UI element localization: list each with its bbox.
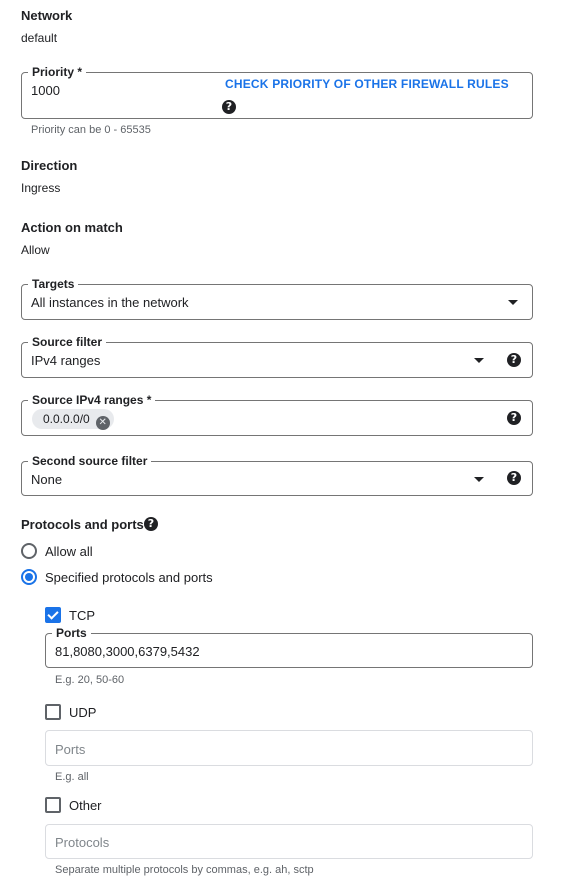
second-source-filter-value: None (31, 472, 63, 487)
network-label: Network (21, 8, 73, 23)
help-icon[interactable]: ? (507, 411, 521, 425)
source-filter-value: IPv4 ranges (31, 353, 101, 368)
tcp-checkbox[interactable] (45, 607, 61, 623)
udp-ports-placeholder: Ports (55, 742, 86, 757)
tcp-ports-input[interactable]: 81,8080,3000,6379,5432 (55, 644, 200, 659)
chevron-down-icon[interactable] (474, 477, 484, 482)
help-icon[interactable]: ? (507, 353, 521, 367)
other-label[interactable]: Other (69, 798, 102, 813)
chevron-down-icon[interactable] (508, 300, 518, 305)
priority-input[interactable]: 1000 (31, 83, 60, 98)
tcp-ports-hint: E.g. 20, 50-60 (55, 674, 125, 686)
action-label: Action on match (21, 220, 123, 235)
direction-value: Ingress (21, 181, 61, 195)
source-filter-label: Source filter (28, 335, 107, 349)
tcp-ports-field[interactable]: Ports 81,8080,3000,6379,5432 (45, 626, 533, 668)
source-filter-select[interactable]: Source filter IPv4 ranges ? (21, 335, 533, 378)
source-ranges-label: Source IPv4 ranges * (28, 393, 156, 407)
ip-range-chip: 0.0.0.0/0 ✕ (32, 409, 114, 430)
help-icon[interactable]: ? (222, 100, 236, 114)
specified-protocols-label[interactable]: Specified protocols and ports (45, 570, 213, 585)
udp-ports-field[interactable]: Ports (45, 730, 533, 766)
priority-hint: Priority can be 0 - 65535 (31, 124, 151, 136)
other-protocols-field[interactable]: Protocols (45, 824, 533, 859)
help-icon[interactable]: ? (144, 517, 158, 531)
tcp-ports-label: Ports (52, 626, 91, 640)
other-protocols-hint: Separate multiple protocols by commas, e… (55, 864, 314, 876)
close-icon[interactable]: ✕ (95, 416, 110, 430)
udp-checkbox[interactable] (45, 704, 61, 720)
targets-label: Targets (28, 277, 79, 291)
check-priority-link[interactable]: CHECK PRIORITY OF OTHER FIREWALL RULES (225, 77, 509, 91)
targets-select[interactable]: Targets All instances in the network (21, 277, 533, 320)
protocols-label: Protocols and ports (21, 517, 144, 532)
direction-label: Direction (21, 158, 78, 173)
second-source-filter-label: Second source filter (28, 454, 152, 468)
chevron-down-icon[interactable] (474, 358, 484, 363)
specified-protocols-radio[interactable] (21, 569, 37, 585)
allow-all-label[interactable]: Allow all (45, 544, 93, 559)
udp-ports-hint: E.g. all (55, 771, 89, 783)
action-value: Allow (21, 243, 50, 257)
ip-range-chip-label: 0.0.0.0/0 (43, 412, 90, 426)
network-value: default (21, 31, 58, 45)
targets-value: All instances in the network (31, 295, 189, 310)
priority-field[interactable]: Priority * 1000 CHECK PRIORITY OF OTHER … (21, 65, 533, 119)
other-protocols-placeholder: Protocols (55, 835, 110, 850)
allow-all-radio[interactable] (21, 543, 37, 559)
second-source-filter-select[interactable]: Second source filter None ? (21, 454, 533, 496)
other-checkbox[interactable] (45, 797, 61, 813)
tcp-label[interactable]: TCP (69, 608, 95, 623)
priority-label: Priority * (28, 65, 87, 79)
udp-label[interactable]: UDP (69, 705, 96, 720)
source-ranges-field[interactable]: Source IPv4 ranges * 0.0.0.0/0 ✕ ? (21, 393, 533, 436)
help-icon[interactable]: ? (507, 471, 521, 485)
